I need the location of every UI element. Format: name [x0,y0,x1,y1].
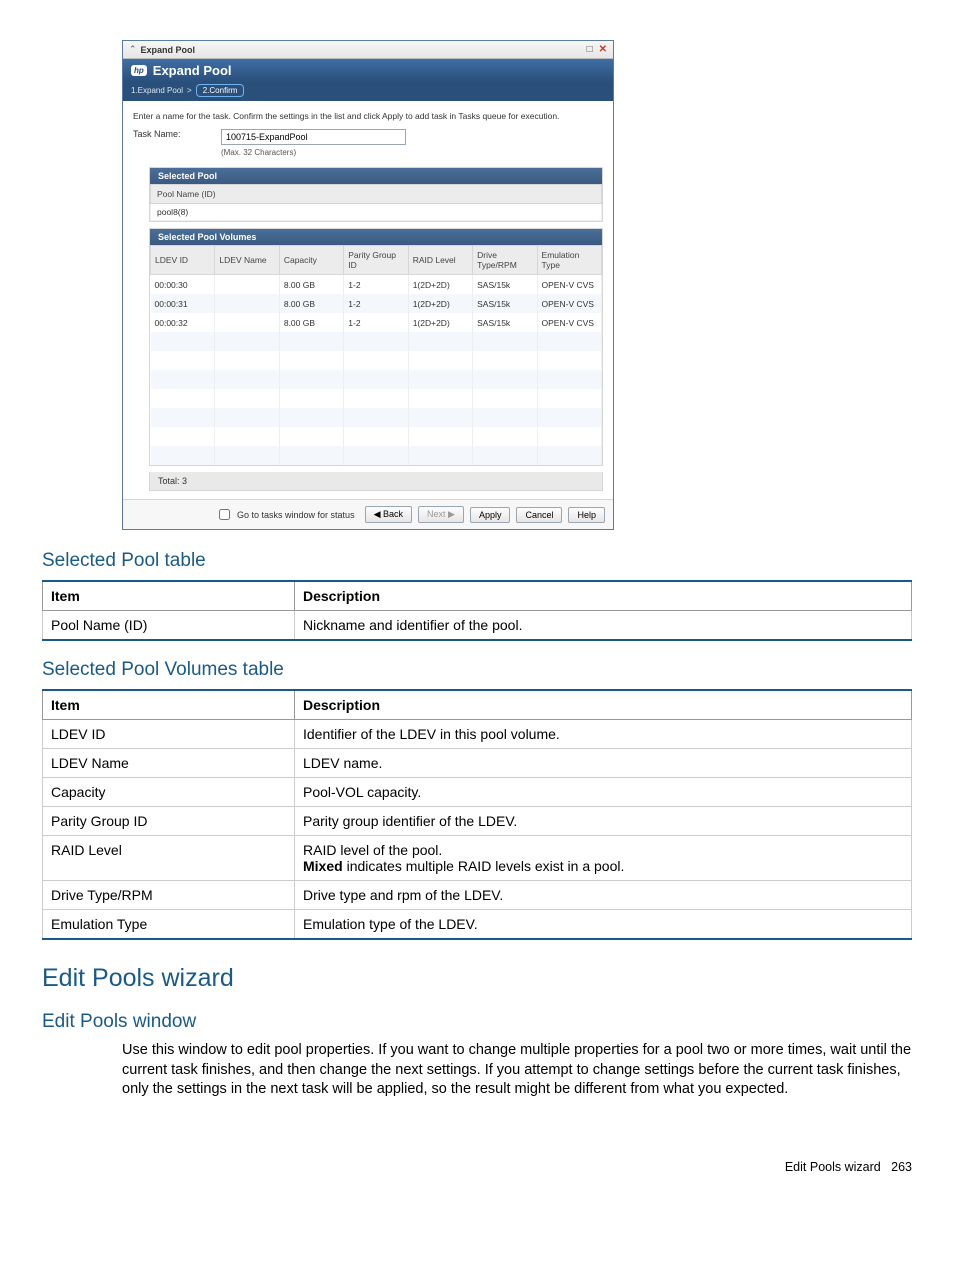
selected-pool-table: Pool Name (ID) pool8(8) [150,184,602,221]
close-icon[interactable]: ✕ [599,44,607,55]
table-row[interactable] [151,446,602,465]
table-row[interactable]: 00:00:328.00 GB1-21(2D+2D)SAS/15kOPEN-V … [151,313,602,332]
column-header: RAID Level [408,246,472,275]
next-button: Next ▶ [418,506,464,523]
selected-pool-volumes-table-heading: Selected Pool Volumes table [42,659,912,681]
cancel-button[interactable]: Cancel [516,507,562,523]
go-to-tasks-label: Go to tasks window for status [237,510,355,520]
table-row[interactable] [151,370,602,389]
task-name-input[interactable] [221,129,406,145]
window-titlebar: ⌃ Expand Pool □ ✕ [123,41,613,59]
table-row[interactable] [151,427,602,446]
step-2-active: 2.Confirm [196,84,245,97]
wizard-steps: 1.Expand Pool > 2.Confirm [123,82,613,101]
selected-pool-header: Selected Pool [150,168,602,184]
dialog-header: hp Expand Pool [123,59,613,82]
column-header: LDEV Name [215,246,279,275]
table-row: Pool Name (ID)Nickname and identifier of… [43,611,912,641]
page-footer: Edit Pools wizard 263 [42,1160,912,1174]
dialog-footer: Go to tasks window for status ◀ Back Nex… [123,499,613,529]
table-row: LDEV IDIdentifier of the LDEV in this po… [43,720,912,749]
table-row[interactable]: 00:00:318.00 GB1-21(2D+2D)SAS/15kOPEN-V … [151,294,602,313]
total-label: Total: 3 [149,472,603,491]
table-row[interactable] [151,408,602,427]
table-row: Drive Type/RPMDrive type and rpm of the … [43,881,912,910]
column-header: Drive Type/RPM [473,246,537,275]
table-row[interactable]: 00:00:308.00 GB1-21(2D+2D)SAS/15kOPEN-V … [151,275,602,295]
task-name-hint: (Max. 32 Characters) [221,148,406,157]
selected-pool-doc-table: ItemDescriptionPool Name (ID)Nickname an… [42,580,912,641]
column-header: Capacity [279,246,343,275]
table-row: Emulation TypeEmulation type of the LDEV… [43,910,912,940]
edit-pools-window-heading: Edit Pools window [42,1011,912,1033]
window-title: Expand Pool [141,45,583,55]
help-button[interactable]: Help [568,507,605,523]
back-button[interactable]: ◀ Back [365,506,412,523]
table-row: LDEV NameLDEV name. [43,749,912,778]
step-1: 1.Expand Pool [131,86,183,95]
maximize-icon[interactable]: □ [587,44,593,55]
dialog-title: Expand Pool [153,63,232,78]
selected-pool-volumes-header: Selected Pool Volumes [150,229,602,245]
table-row[interactable] [151,351,602,370]
selected-pool-table-heading: Selected Pool table [42,550,912,572]
instruction-text: Enter a name for the task. Confirm the s… [133,111,603,121]
collapse-icon[interactable]: ⌃ [129,44,137,55]
pool-name-id-header: Pool Name (ID) [151,185,602,204]
task-name-label: Task Name: [133,129,191,139]
selected-pool-volumes-table: LDEV IDLDEV NameCapacityParity Group IDR… [150,245,602,465]
column-header: Emulation Type [537,246,601,275]
go-to-tasks-checkbox[interactable] [219,509,230,520]
hp-logo: hp [131,65,147,76]
column-header: Parity Group ID [344,246,408,275]
table-row[interactable] [151,332,602,351]
table-row: CapacityPool-VOL capacity. [43,778,912,807]
pool-name-id-value: pool8(8) [151,204,602,221]
edit-pools-wizard-heading: Edit Pools wizard [42,964,912,993]
table-row: Parity Group IDParity group identifier o… [43,807,912,836]
selected-pool-volumes-doc-table: ItemDescriptionLDEV IDIdentifier of the … [42,689,912,940]
table-row[interactable] [151,389,602,408]
apply-button[interactable]: Apply [470,507,511,523]
edit-pools-paragraph: Use this window to edit pool properties.… [122,1041,912,1100]
table-row: RAID LevelRAID level of the pool.Mixed i… [43,836,912,881]
expand-pool-dialog: ⌃ Expand Pool □ ✕ hp Expand Pool 1.Expan… [122,40,614,530]
column-header: LDEV ID [151,246,215,275]
